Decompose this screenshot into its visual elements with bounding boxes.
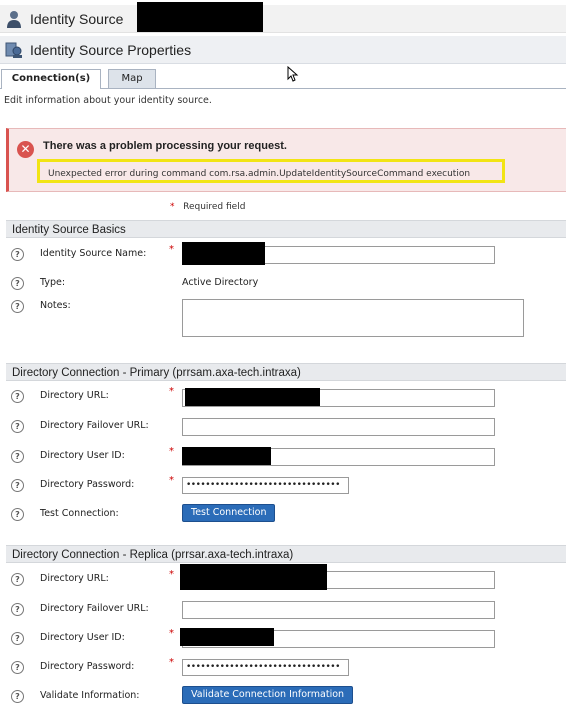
tab-bar: Connection(s) Map xyxy=(0,69,566,89)
required-star: * xyxy=(169,628,174,639)
test-connection-button[interactable]: Test Connection xyxy=(182,504,276,522)
error-panel: ✕ There was a problem processing your re… xyxy=(6,128,566,192)
redacted-block xyxy=(180,564,327,590)
page-title: Identity Source xyxy=(30,10,124,27)
help-icon[interactable]: ? xyxy=(11,390,24,403)
primary-password-label: Directory Password: xyxy=(40,479,135,490)
help-icon[interactable]: ? xyxy=(11,420,24,433)
tab-connections[interactable]: Connection(s) xyxy=(1,69,101,89)
type-label: Type: xyxy=(40,277,66,288)
tab-map[interactable]: Map xyxy=(108,69,156,88)
redacted-block xyxy=(185,388,320,406)
primary-user-id-label: Directory User ID: xyxy=(40,450,125,461)
required-star: * xyxy=(169,657,174,668)
error-title: There was a problem processing your requ… xyxy=(43,140,287,152)
replica-password-input[interactable]: •••••••••••••••••••••••••••••••• xyxy=(182,659,349,676)
type-value: Active Directory xyxy=(182,277,259,288)
section-directory-connection-primary: Directory Connection - Primary (prrsam.a… xyxy=(6,363,566,381)
required-star: * xyxy=(169,244,174,255)
replica-directory-url-label: Directory URL: xyxy=(40,573,109,584)
help-icon[interactable]: ? xyxy=(11,277,24,290)
required-star: * xyxy=(169,386,174,397)
validate-information-label: Validate Information: xyxy=(40,690,140,701)
help-icon[interactable]: ? xyxy=(11,450,24,463)
help-icon[interactable]: ? xyxy=(11,508,24,521)
required-field-note: * Required field xyxy=(170,202,246,212)
replica-user-id-label: Directory User ID: xyxy=(40,632,125,643)
section-directory-connection-replica: Directory Connection - Replica (prrsar.a… xyxy=(6,545,566,563)
error-icon: ✕ xyxy=(17,141,34,158)
primary-failover-url-label: Directory Failover URL: xyxy=(40,420,149,431)
notes-textarea[interactable] xyxy=(182,299,524,337)
test-connection-label: Test Connection: xyxy=(40,508,119,519)
redacted-block xyxy=(182,447,271,465)
redacted-block xyxy=(137,2,263,32)
help-icon[interactable]: ? xyxy=(11,661,24,674)
identity-source-name-label: Identity Source Name: xyxy=(40,248,147,259)
properties-title: Identity Source Properties xyxy=(30,41,192,58)
primary-password-input[interactable]: •••••••••••••••••••••••••••••••• xyxy=(182,477,349,494)
error-message: Unexpected error during command com.rsa.… xyxy=(37,159,505,183)
replica-failover-url-input[interactable] xyxy=(182,601,495,619)
intro-text: Edit information about your identity sou… xyxy=(4,95,212,106)
section-identity-source-basics: Identity Source Basics xyxy=(6,220,566,238)
help-icon[interactable]: ? xyxy=(11,300,24,313)
help-icon[interactable]: ? xyxy=(11,479,24,492)
replica-failover-url-label: Directory Failover URL: xyxy=(40,603,149,614)
help-icon[interactable]: ? xyxy=(11,248,24,261)
notes-label: Notes: xyxy=(40,300,71,311)
properties-header: Identity Source Properties xyxy=(0,36,566,64)
required-star: * xyxy=(170,202,175,212)
help-icon[interactable]: ? xyxy=(11,690,24,703)
replica-password-label: Directory Password: xyxy=(40,661,135,672)
identity-source-header: Identity Source xyxy=(0,5,566,33)
redacted-block xyxy=(182,242,265,265)
redacted-block xyxy=(180,628,274,646)
user-icon xyxy=(4,9,24,29)
required-star: * xyxy=(169,569,174,580)
validate-connection-button[interactable]: Validate Connection Information xyxy=(182,686,354,704)
primary-failover-url-input[interactable] xyxy=(182,418,495,436)
required-star: * xyxy=(169,446,174,457)
required-star: * xyxy=(169,475,174,486)
mouse-cursor-icon xyxy=(287,65,299,85)
primary-directory-url-label: Directory URL: xyxy=(40,390,109,401)
help-icon[interactable]: ? xyxy=(11,573,24,586)
identity-source-icon xyxy=(4,40,24,60)
help-icon[interactable]: ? xyxy=(11,632,24,645)
help-icon[interactable]: ? xyxy=(11,603,24,616)
